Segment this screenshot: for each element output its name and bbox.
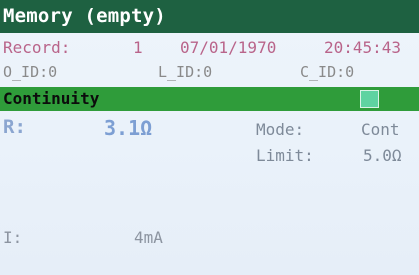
mode-label: Mode: bbox=[256, 120, 305, 139]
current-label: I: bbox=[3, 228, 23, 247]
record-time: 20:45:43 bbox=[324, 38, 402, 57]
record-date: 07/01/1970 bbox=[180, 38, 277, 57]
memory-title: Memory (empty) bbox=[0, 0, 419, 33]
id-row: O_ID:0 L_ID:0 C_ID:0 bbox=[0, 63, 419, 87]
meter-screen: Memory (empty) Record: 1 07/01/1970 20:4… bbox=[0, 0, 419, 275]
limit-label: Limit: bbox=[256, 146, 314, 165]
c-id: C_ID:0 bbox=[300, 63, 355, 81]
test-type-bar: Continuity bbox=[0, 87, 419, 111]
test-type-label: Continuity bbox=[3, 89, 100, 108]
record-row: Record: 1 07/01/1970 20:45:43 bbox=[0, 38, 419, 62]
current-value: 4mA bbox=[134, 228, 163, 247]
resistance-label: R: bbox=[3, 116, 26, 138]
record-number: 1 bbox=[133, 38, 143, 57]
record-label: Record: bbox=[3, 38, 71, 57]
mode-value: Cont bbox=[361, 120, 400, 139]
o-id: O_ID:0 bbox=[3, 63, 58, 81]
status-indicator-icon bbox=[360, 90, 379, 108]
l-id: L_ID:0 bbox=[158, 63, 213, 81]
limit-value: 5.0Ω bbox=[363, 146, 402, 165]
resistance-value: 3.1Ω bbox=[104, 116, 153, 140]
